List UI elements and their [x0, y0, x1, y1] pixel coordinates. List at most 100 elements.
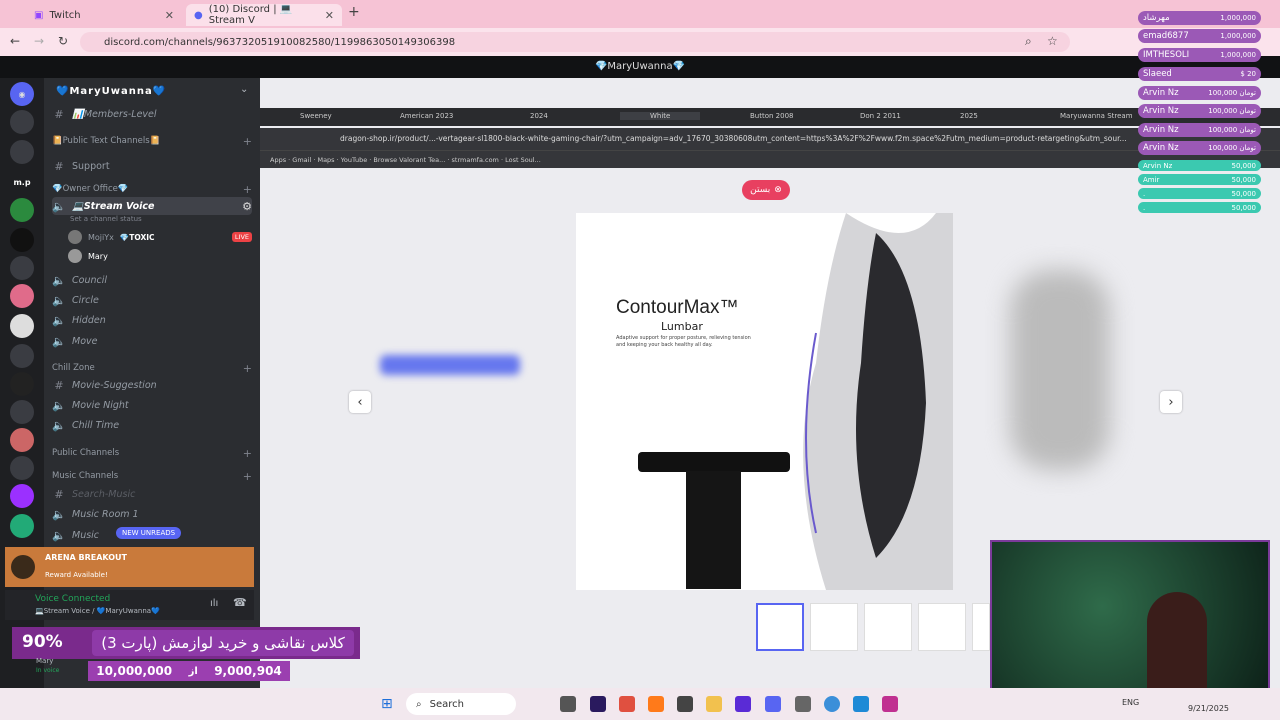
voice-status: Voice Connected: [35, 594, 111, 604]
premiere-icon[interactable]: [590, 696, 606, 712]
channel-music-room-1[interactable]: 🔈 Music Room 1: [52, 505, 252, 523]
channel-support[interactable]: # Support: [52, 157, 252, 175]
windows-start-icon[interactable]: ⊞: [381, 696, 393, 712]
server-icon[interactable]: [10, 314, 34, 338]
plus-icon[interactable]: +: [243, 135, 252, 148]
arena-breakout-banner[interactable]: ARENA BREAKOUT Reward Available!: [5, 547, 254, 587]
channel-council[interactable]: 🔈 Council: [52, 271, 252, 289]
tab-discord[interactable]: ● (10) Discord | 💻Stream V ✕: [186, 4, 342, 26]
reload-icon[interactable]: ↻: [58, 34, 68, 48]
server-icon[interactable]: [10, 256, 34, 280]
date-display[interactable]: 9/21/2025: [1188, 704, 1229, 713]
search-icon: ⌕: [416, 698, 422, 710]
thumbnail[interactable]: [810, 603, 858, 651]
plus-icon[interactable]: +: [243, 183, 252, 196]
category-owner-office[interactable]: 💎Owner Office💎 +: [52, 180, 252, 198]
thumbnail[interactable]: [756, 603, 804, 651]
category-chill-zone[interactable]: Chill Zone +: [52, 359, 252, 377]
hash-icon: #: [54, 378, 64, 392]
donor-item: Slaeed $ 20: [1138, 67, 1261, 81]
close-icon[interactable]: ✕: [165, 9, 174, 22]
server-icon[interactable]: [10, 140, 34, 164]
tab-twitch[interactable]: ▣ Twitch ✕: [26, 4, 182, 26]
forward-icon[interactable]: →: [34, 34, 44, 48]
bookmark-star-icon[interactable]: ☆: [1047, 34, 1058, 48]
back-icon[interactable]: ←: [10, 34, 20, 48]
speaker-icon: 🔈: [52, 313, 66, 327]
close-icon[interactable]: ✕: [325, 9, 334, 22]
url-input[interactable]: discord.com/channels/963732051910082580/…: [80, 32, 1070, 52]
plus-icon[interactable]: +: [243, 447, 252, 460]
discord-home-icon[interactable]: ◉: [10, 82, 34, 106]
channel-stream-voice[interactable]: 🔈 💻Stream Voice ⚙: [52, 197, 252, 215]
plus-icon[interactable]: +: [243, 362, 252, 375]
channel-music[interactable]: 🔈 Music: [52, 526, 112, 544]
close-button[interactable]: بستن ⊗: [742, 180, 790, 200]
thumbnail[interactable]: [864, 603, 912, 651]
firefox-icon[interactable]: [648, 696, 664, 712]
app-icon[interactable]: [619, 696, 635, 712]
server-icon[interactable]: [10, 228, 34, 252]
server-icon[interactable]: m.p: [10, 170, 34, 194]
server-icon[interactable]: [10, 372, 34, 396]
donor-item: . 50,000: [1138, 202, 1261, 213]
thumbnail[interactable]: [918, 603, 966, 651]
server-icon[interactable]: [10, 400, 34, 424]
server-icon[interactable]: [10, 110, 34, 134]
arena-subtitle: Reward Available!: [45, 571, 108, 579]
channel-hidden[interactable]: 🔈 Hidden: [52, 311, 252, 329]
thumbnail[interactable]: [972, 603, 990, 651]
file-explorer-icon[interactable]: [706, 696, 722, 712]
app-icon[interactable]: [677, 696, 693, 712]
channel-movie-night[interactable]: 🔈 Movie Night: [52, 396, 252, 414]
prev-image-button[interactable]: ‹: [349, 391, 371, 413]
taskbar-search[interactable]: ⌕ Search: [406, 693, 516, 715]
channel-search-music[interactable]: # Search-Music: [52, 485, 252, 503]
channel-move[interactable]: 🔈 Move: [52, 332, 252, 350]
language-indicator[interactable]: ENG: [1122, 698, 1139, 707]
donor-item: مهرشاد 1,000,000: [1138, 11, 1261, 25]
disconnect-icon[interactable]: ☎: [233, 596, 247, 609]
app-icon[interactable]: [853, 696, 869, 712]
server-icon[interactable]: [10, 198, 34, 222]
category-music-channels[interactable]: Music Channels +: [52, 467, 252, 485]
channel-status[interactable]: Set a channel status: [70, 215, 142, 223]
zoom-icon[interactable]: ⌕: [1025, 34, 1032, 49]
voice-user-mojiyx[interactable]: MojiYx 💎TOXIC LIVE: [68, 228, 252, 246]
close-circle-icon: ⊗: [774, 185, 782, 195]
next-image-button[interactable]: ›: [1160, 391, 1182, 413]
chrome-icon[interactable]: [824, 696, 840, 712]
channel-chill-time[interactable]: 🔈 Chill Time: [52, 416, 252, 434]
user-name[interactable]: Mary: [36, 657, 53, 665]
browser-tabbar: ▣ Twitch ✕ ● (10) Discord | 💻Stream V ✕ …: [0, 0, 1280, 28]
chevron-down-icon[interactable]: ⌄: [240, 84, 248, 95]
server-icon[interactable]: [10, 428, 34, 452]
webcam-overlay: [990, 540, 1270, 705]
channel-members-level[interactable]: # 📊Members-Level: [52, 105, 252, 123]
server-icon[interactable]: [10, 456, 34, 480]
category-public-text[interactable]: 📔Public Text Channels📔 +: [52, 132, 252, 150]
voice-user-mary[interactable]: Mary: [68, 247, 252, 265]
new-unreads-pill[interactable]: NEW UNREADS: [116, 527, 182, 539]
speaker-icon: 🔈: [52, 334, 66, 348]
server-icon[interactable]: [10, 514, 34, 538]
soundboard-icon[interactable]: ılı: [210, 598, 218, 609]
discord-icon[interactable]: [765, 696, 781, 712]
guild-name[interactable]: 💙MaryUwanna💙: [56, 86, 166, 97]
new-tab-button[interactable]: +: [348, 4, 360, 20]
server-icon[interactable]: [10, 344, 34, 368]
category-public-channels[interactable]: Public Channels +: [52, 444, 252, 462]
donor-item: . 50,000: [1138, 188, 1261, 199]
channel-movie-suggestion[interactable]: # Movie-Suggestion: [52, 376, 252, 394]
settings-icon[interactable]: ⚙: [242, 200, 252, 213]
channel-circle[interactable]: 🔈 Circle: [52, 291, 252, 309]
plus-icon[interactable]: +: [243, 470, 252, 483]
task-view-icon[interactable]: [560, 696, 576, 712]
app-icon[interactable]: [735, 696, 751, 712]
inner-url: dragon-shop.ir/product/...-vertagear-sl1…: [260, 128, 1280, 150]
app-icon[interactable]: [795, 696, 811, 712]
server-icon[interactable]: [10, 284, 34, 308]
server-icon[interactable]: [10, 484, 34, 508]
app-icon[interactable]: [882, 696, 898, 712]
url-text: discord.com/channels/963732051910082580/…: [104, 36, 456, 48]
